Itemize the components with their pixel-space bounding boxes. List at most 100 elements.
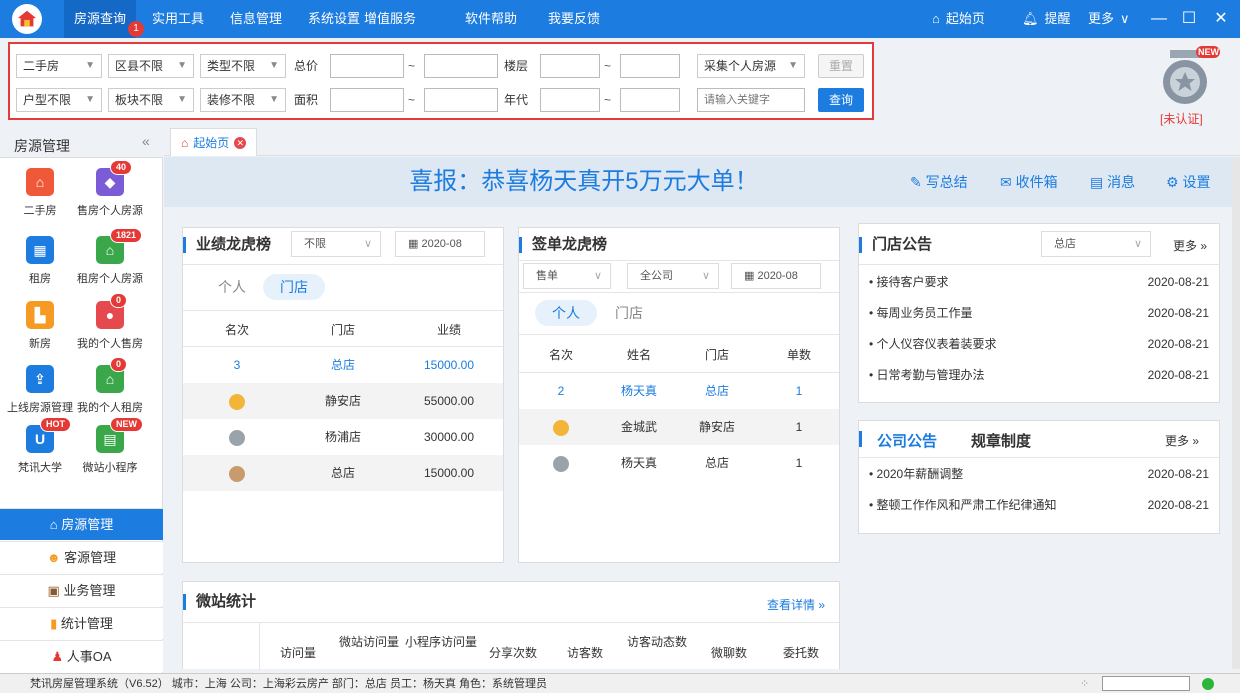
perf-tab-store[interactable]: 门店: [263, 274, 325, 300]
menu-tools[interactable]: 实用工具: [142, 0, 214, 38]
app-sale-personal[interactable]: ◆ 40 售房个人房源: [70, 160, 150, 218]
notice-item[interactable]: • 整顿工作作风和严肃工作纪律通知 2020-08-21: [869, 495, 1219, 515]
bell-icon: 🔔︎: [1022, 11, 1039, 26]
source-select[interactable]: 采集个人房源 ▼: [697, 54, 805, 78]
performance-panel: 业绩龙虎榜 不限 ∨ ▦ 2020-08 个人 门店 名次 门店 业绩 3 总店 …: [182, 227, 504, 563]
category-select[interactable]: 类型不限 ▼: [200, 54, 286, 78]
sign-date-select[interactable]: ▦ 2020-08: [731, 263, 821, 289]
layout-select[interactable]: 户型不限 ▼: [16, 88, 102, 112]
app-rent-personal[interactable]: ⌂ 1821 租房个人房源: [70, 228, 150, 286]
price-label: 总价: [294, 59, 319, 73]
settings-link[interactable]: ⚙ 设置: [1166, 157, 1210, 207]
maximize-icon[interactable]: ☐: [1174, 0, 1204, 38]
perf-tab-personal[interactable]: 个人: [207, 274, 257, 300]
app-label: 梵讯大学: [18, 462, 62, 474]
building-icon: ▙: [26, 301, 54, 329]
keyword-input[interactable]: [697, 88, 805, 112]
app-label: 租房: [29, 273, 51, 285]
tilde: ~: [408, 59, 416, 73]
nav-hr-oa[interactable]: ♟ 人事OA: [0, 640, 163, 672]
nav-stats-mgmt[interactable]: ▮ 统计管理: [0, 607, 163, 639]
store-notice-select[interactable]: 总店 ∨: [1041, 231, 1151, 257]
remind-link[interactable]: 🔔︎ 提醒: [1022, 0, 1071, 38]
notice-item[interactable]: • 接待客户要求 2020-08-21: [869, 272, 1219, 292]
floor-max-input[interactable]: [620, 54, 680, 78]
announcement-banner: 喜报：恭喜杨天真开5万元大单！ ✎ 写总结 ✉ 收件箱 ▤ 消息 ⚙ 设置: [164, 157, 1240, 207]
perf-date-select[interactable]: ▦ 2020-08: [395, 231, 485, 257]
chevron-down-icon: ∨: [1133, 238, 1142, 250]
tab-company-notice[interactable]: 公司公告: [877, 430, 937, 451]
area-min-input[interactable]: [330, 88, 404, 112]
minimize-icon[interactable]: —: [1144, 0, 1174, 38]
notice-item[interactable]: • 每周业务员工作量 2020-08-21: [869, 303, 1219, 323]
app-my-sale[interactable]: ● 0 我的个人售房: [70, 293, 150, 351]
app-my-rent[interactable]: ⌂ 0 我的个人租房: [70, 357, 150, 415]
certification-badge[interactable]: NEW [未认证]: [1150, 46, 1220, 126]
app-new-house[interactable]: ▙ 新房: [0, 301, 80, 351]
house-type-select[interactable]: 二手房 ▼: [16, 54, 102, 78]
status-online-icon: [1202, 678, 1214, 690]
app-second-hand[interactable]: ⌂ 二手房: [0, 168, 80, 218]
sign-type-select[interactable]: 售单 ∨: [523, 263, 611, 289]
menu-feedback[interactable]: 我要反馈: [538, 0, 610, 38]
year-min-input[interactable]: [540, 88, 600, 112]
deal-ranking-panel: 签单龙虎榜 售单 ∨ 全公司 ∨ ▦ 2020-08 个人 门店 名次 姓名 门店 …: [518, 227, 840, 563]
app-rent[interactable]: ▦ 租房: [0, 236, 80, 286]
table-row: 2 杨天真 总店 1: [557, 384, 803, 398]
write-summary-link[interactable]: ✎ 写总结: [910, 157, 968, 207]
app-mini-program[interactable]: ▤ NEW 微站小程序: [70, 417, 150, 475]
sign-tab-personal[interactable]: 个人: [535, 300, 597, 326]
col-site-visits: 微站访问量: [338, 635, 399, 649]
sign-scope-select[interactable]: 全公司 ∨: [627, 263, 719, 289]
count-badge: 0: [110, 293, 128, 308]
perf-filter-select[interactable]: 不限 ∨: [291, 231, 381, 257]
panel-title: 业绩龙虎榜: [183, 237, 271, 253]
app-online-listing[interactable]: ⇪ 上线房源管理: [0, 365, 80, 415]
company-notice-more[interactable]: 更多 »: [1165, 432, 1199, 449]
col-visitors: 访客数: [566, 646, 603, 660]
area-max-input[interactable]: [424, 88, 498, 112]
notice-item[interactable]: • 个人仪容仪表着装要求 2020-08-21: [869, 334, 1219, 354]
district-select[interactable]: 区县不限 ▼: [108, 54, 194, 78]
app-label: 租房个人房源: [77, 273, 143, 285]
nav-client-mgmt[interactable]: ☻ 客源管理: [0, 541, 163, 573]
sidebar-title: 房源管理: [14, 138, 70, 154]
floor-min-input[interactable]: [540, 54, 600, 78]
app-university[interactable]: U HOT 梵讯大学: [0, 417, 80, 475]
main-content: 喜报：恭喜杨天真开5万元大单！ ✎ 写总结 ✉ 收件箱 ▤ 消息 ⚙ 设置 业绩…: [164, 157, 1240, 670]
query-button[interactable]: 查询: [818, 88, 864, 112]
scrollbar[interactable]: [1232, 157, 1240, 669]
building-icon: ▦: [26, 236, 54, 264]
year-max-input[interactable]: [620, 88, 680, 112]
decoration-select[interactable]: 装修不限 ▼: [200, 88, 286, 112]
inbox-link[interactable]: ✉ 收件箱: [1000, 157, 1058, 207]
reset-button[interactable]: 重置: [818, 54, 864, 78]
tab-home[interactable]: ⌂ 起始页 ✕: [170, 128, 258, 156]
price-max-input[interactable]: [424, 54, 498, 78]
chevron-down-icon: ∨: [593, 270, 602, 282]
view-details-link[interactable]: 查看详情 »: [767, 596, 825, 613]
block-select[interactable]: 板块不限 ▼: [108, 88, 194, 112]
collapse-icon[interactable]: «: [142, 133, 150, 149]
message-link[interactable]: ▤ 消息: [1090, 157, 1135, 207]
tab-regulations[interactable]: 规章制度: [971, 430, 1031, 451]
nav-house-mgmt[interactable]: ⌂ 房源管理: [0, 508, 163, 540]
home-icon: ⌂: [932, 11, 940, 26]
menu-house-search[interactable]: 房源查询: [64, 0, 136, 38]
price-min-input[interactable]: [330, 54, 404, 78]
chevron-down-icon: ▼: [177, 94, 187, 105]
menu-help[interactable]: 软件帮助: [455, 0, 527, 38]
home-link[interactable]: ⌂ 起始页: [932, 0, 985, 38]
tab-label: 起始页: [193, 135, 230, 150]
panel-title: 微站统计: [183, 594, 256, 610]
more-menu[interactable]: 更多 ∨: [1088, 0, 1130, 38]
notice-item[interactable]: • 日常考勤与管理办法 2020-08-21: [869, 365, 1219, 385]
menu-info[interactable]: 信息管理: [220, 0, 292, 38]
nav-business-mgmt[interactable]: ▣ 业务管理: [0, 574, 163, 606]
close-icon[interactable]: ✕: [1206, 0, 1236, 38]
app-label: 售房个人房源: [77, 205, 143, 217]
notice-item[interactable]: • 2020年薪酬调整 2020-08-21: [869, 464, 1219, 484]
menu-vas[interactable]: 增值服务: [354, 0, 426, 38]
sign-tab-store[interactable]: 门店: [603, 300, 655, 326]
store-notice-more[interactable]: 更多 »: [1173, 237, 1207, 254]
